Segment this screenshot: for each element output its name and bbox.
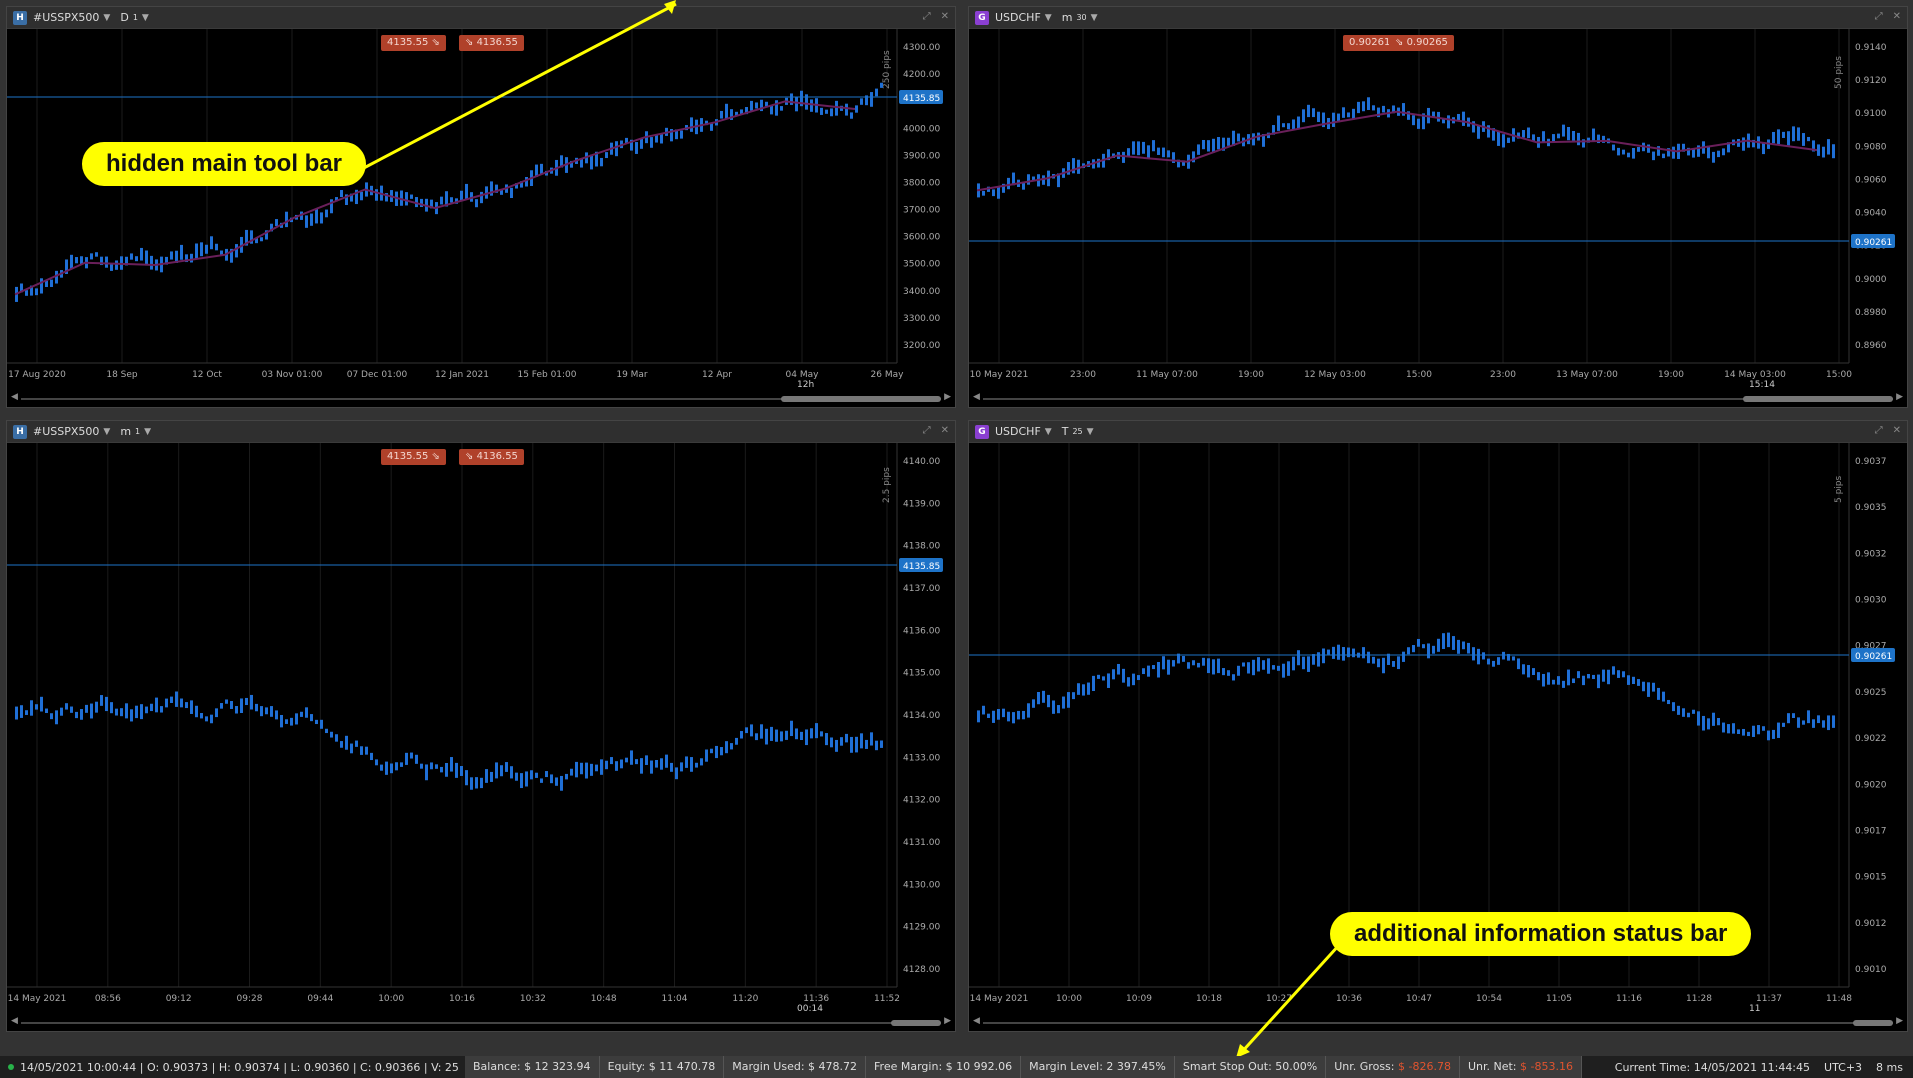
current-time: Current Time: 14/05/2021 11:44:45 <box>1614 1060 1811 1074</box>
margin-level: Margin Level: 2 397.45% <box>1021 1056 1175 1078</box>
latency: 8 ms <box>1876 1060 1903 1074</box>
unrealized-gross: Unr. Gross: $ -826.78 <box>1326 1056 1460 1078</box>
account-metrics: Balance: $ 12 323.94 Equity: $ 11 470.78… <box>465 1056 1582 1078</box>
timezone-selector[interactable]: UTC+3 <box>1824 1061 1862 1074</box>
callout-statusbar: additional information status bar <box>1330 912 1752 956</box>
free-margin: Free Margin: $ 10 992.06 <box>866 1056 1022 1078</box>
callout-toolbar: hidden main tool bar <box>82 142 367 186</box>
ohlc-readout: 14/05/2021 10:00:44 | O: 0.90373 | H: 0.… <box>20 1060 459 1074</box>
status-bar: 14/05/2021 10:00:44 | O: 0.90373 | H: 0.… <box>0 1056 1913 1078</box>
smart-stop-out: Smart Stop Out: 50.00% <box>1175 1056 1327 1078</box>
workspace: H #USSPX500 ▼ D 1 ▼ ⤢ ✕ 17 Aug 2020 18 Sep… <box>0 0 1913 1078</box>
margin-used: Margin Used: $ 478.72 <box>724 1056 867 1078</box>
unrealized-net: Unr. Net: $ -853.16 <box>1460 1056 1582 1078</box>
equity: Equity: $ 11 470.78 <box>600 1056 725 1078</box>
connection-status-icon <box>8 1064 14 1070</box>
balance: Balance: $ 12 323.94 <box>465 1056 600 1078</box>
